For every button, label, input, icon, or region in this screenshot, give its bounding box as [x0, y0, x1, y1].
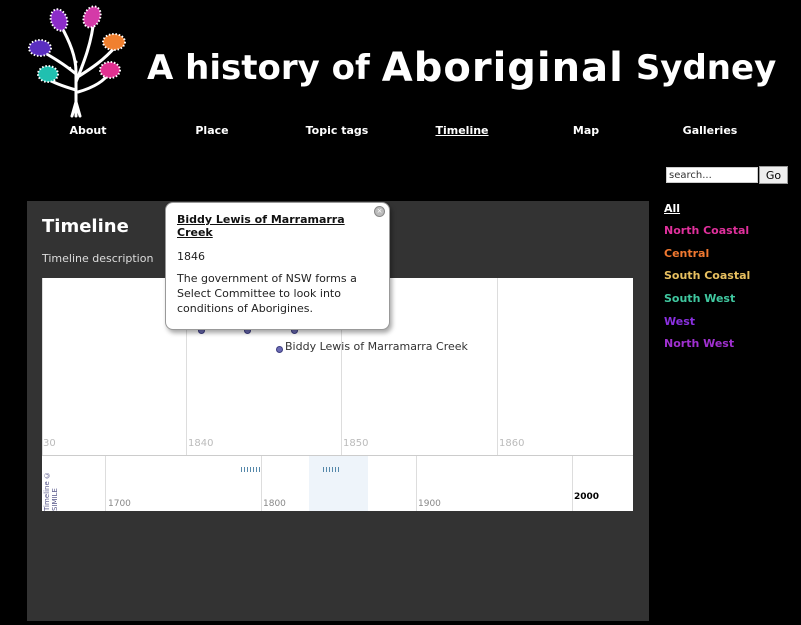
simile-credit[interactable]: Timeline © SIMILE — [43, 458, 59, 511]
go-button[interactable]: Go — [759, 166, 788, 184]
event-ticks — [323, 467, 339, 472]
site-title-part1: A history of — [147, 48, 370, 88]
site-title-part3: Sydney — [635, 48, 777, 88]
grid-line — [105, 456, 106, 511]
close-icon[interactable]: × — [374, 206, 385, 217]
filter-north-coastal[interactable]: North Coastal — [664, 224, 749, 237]
site-title-part2: Aboriginal — [381, 45, 624, 91]
lower-tick-label: 1900 — [418, 499, 441, 509]
event-popup: × Biddy Lewis of Marramarra Creek 1846 T… — [165, 202, 390, 330]
grid-line — [416, 456, 417, 511]
upper-tick-label: 1840 — [188, 438, 214, 449]
upper-tick-label: 30 — [43, 438, 56, 449]
page-title: Timeline — [42, 216, 129, 237]
filter-north-west[interactable]: North West — [664, 337, 734, 350]
grid-line — [42, 278, 43, 455]
event-label[interactable]: Biddy Lewis of Marramarra Creek — [285, 340, 468, 353]
nav-map[interactable]: Map — [536, 124, 636, 137]
nav-galleries[interactable]: Galleries — [660, 124, 760, 137]
site-title: A history of Aboriginal Sydney — [147, 38, 776, 98]
search-input[interactable] — [666, 167, 758, 183]
popup-text: The government of NSW forms a Select Com… — [177, 272, 357, 315]
filter-south-west[interactable]: South West — [664, 292, 735, 305]
main-nav: About Place Topic tags Timeline Map Gall… — [0, 124, 801, 140]
visible-range-highlight — [309, 456, 368, 511]
logo-icon — [28, 5, 126, 118]
popup-year: 1846 — [177, 250, 205, 263]
nav-about[interactable]: About — [38, 124, 138, 137]
popup-title[interactable]: Biddy Lewis of Marramarra Creek — [177, 213, 378, 239]
filter-all[interactable]: All — [664, 202, 680, 215]
lower-tick-label: 1700 — [108, 499, 131, 509]
event-ticks — [241, 467, 261, 472]
nav-topic-tags[interactable]: Topic tags — [287, 124, 387, 137]
filter-south-coastal[interactable]: South Coastal — [664, 269, 750, 282]
grid-line — [261, 456, 262, 511]
lower-tick-label: 2000 — [574, 492, 600, 502]
popup-pointer — [271, 329, 285, 343]
grid-line — [497, 278, 498, 455]
timeline-description: Timeline description — [42, 252, 154, 265]
event-dot-biddy-lewis[interactable] — [276, 346, 283, 353]
filter-west[interactable]: West — [664, 315, 695, 328]
filter-central[interactable]: Central — [664, 247, 709, 260]
upper-tick-label: 1860 — [499, 438, 525, 449]
grid-line — [572, 456, 573, 511]
timeline-lower-band[interactable]: 1700 1800 1900 2000 Timeline © SIMILE — [42, 455, 633, 511]
upper-tick-label: 1850 — [343, 438, 369, 449]
nav-place[interactable]: Place — [162, 124, 262, 137]
nav-timeline[interactable]: Timeline — [412, 124, 512, 137]
lower-tick-label: 1800 — [263, 499, 286, 509]
